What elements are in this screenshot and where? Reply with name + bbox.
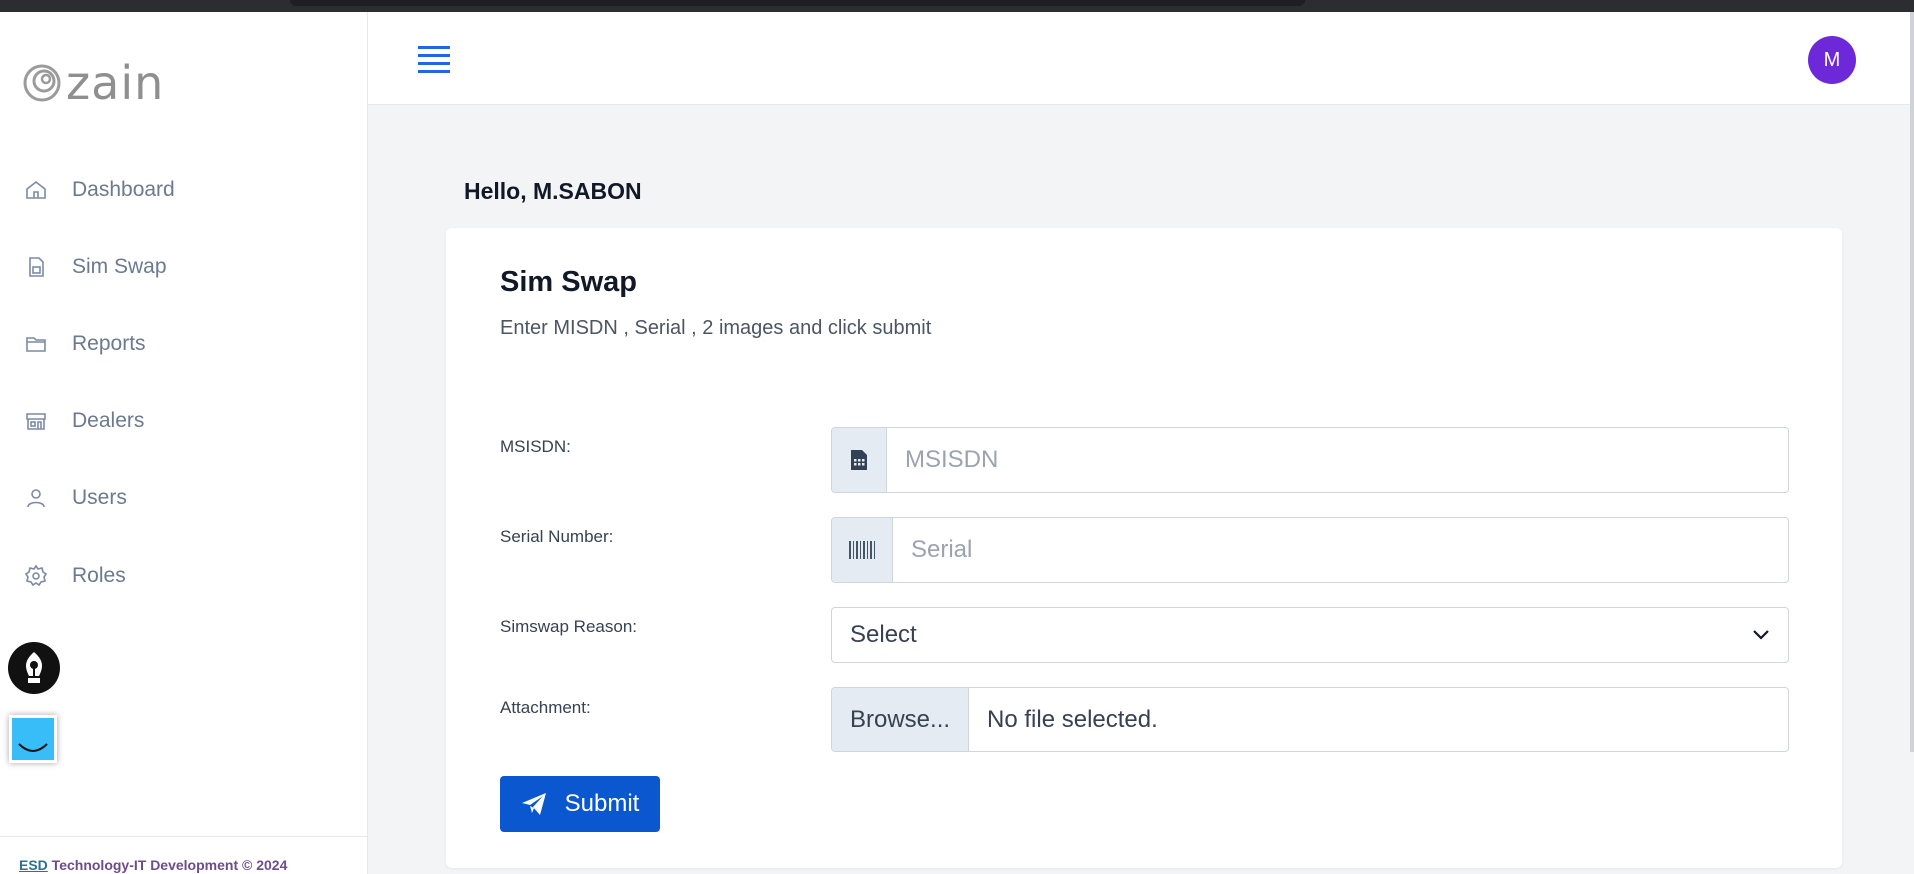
sidebar-item-dashboard[interactable]: Dashboard — [24, 170, 175, 210]
zain-logo[interactable]: zain — [22, 58, 164, 108]
pen-nib-icon — [26, 652, 42, 683]
menu-toggle-button[interactable] — [418, 46, 450, 74]
folder-icon — [26, 337, 46, 352]
menu-line — [418, 70, 450, 73]
serial-addon — [832, 518, 893, 582]
logo-text: zain — [66, 56, 165, 110]
sidebar-item-label: Users — [72, 486, 127, 509]
sim-swap-card: Sim Swap Enter MISDN , Serial , 2 images… — [446, 228, 1842, 868]
chevron-down-icon — [1753, 630, 1769, 640]
msisdn-label: MSISDN: — [500, 437, 571, 456]
menu-line — [418, 54, 450, 57]
sidebar-item-sim-swap[interactable]: Sim Swap — [24, 247, 167, 287]
sidebar-item-dealers[interactable]: Dealers — [24, 401, 144, 441]
sidebar-item-label: Dashboard — [72, 178, 175, 201]
attachment-field[interactable]: Browse... No file selected. — [831, 687, 1789, 752]
menu-line — [418, 46, 450, 49]
sidebar-item-label: Dealers — [72, 409, 145, 432]
submit-button[interactable]: Submit — [500, 776, 660, 832]
serial-input[interactable] — [893, 518, 1788, 582]
barcode-icon — [849, 541, 875, 559]
browse-button[interactable]: Browse... — [832, 688, 970, 751]
submit-label: Submit — [564, 790, 640, 817]
sidebar-item-label: Roles — [72, 564, 126, 587]
topbar: M — [368, 12, 1914, 105]
sidebar-item-label: Sim Swap — [72, 255, 167, 278]
reason-label: Simswap Reason: — [500, 617, 638, 636]
serial-label: Serial Number: — [500, 527, 614, 546]
file-status: No file selected. — [987, 705, 1158, 733]
user-icon — [27, 489, 45, 508]
attachment-label: Attachment: — [500, 698, 591, 717]
serial-field — [831, 517, 1789, 583]
sim-card-icon — [851, 450, 867, 470]
sidebar-item-roles[interactable]: Roles — [24, 556, 126, 596]
paper-plane-icon — [521, 793, 546, 815]
sidebar-item-users[interactable]: Users — [24, 478, 127, 518]
sidebar-footer: ESD Technology-IT Development © 2024 — [0, 836, 368, 874]
gear-icon — [24, 564, 48, 587]
msisdn-addon — [832, 428, 887, 492]
browser-tab-strip — [290, 0, 1305, 6]
home-icon — [26, 180, 46, 199]
sidebar-item-label: Reports — [72, 332, 146, 355]
msisdn-field — [831, 427, 1789, 493]
store-icon — [26, 413, 46, 430]
reason-select[interactable]: Select — [831, 607, 1789, 663]
footer-company-link[interactable]: ESD — [19, 857, 48, 873]
sidebar-item-reports[interactable]: Reports — [24, 324, 146, 364]
msisdn-input[interactable] — [887, 428, 1788, 492]
sidebar: zain Dashboard Sim Swap Reports Dealers … — [0, 12, 368, 874]
avatar[interactable]: M — [1808, 36, 1856, 84]
browser-top-bar — [0, 0, 1914, 12]
greeting: Hello, M.SABON — [464, 178, 642, 204]
smile-widget-button[interactable] — [9, 715, 57, 763]
page-title: Sim Swap — [500, 266, 637, 298]
pen-tool-button[interactable] — [8, 642, 60, 694]
menu-line — [418, 62, 450, 65]
footer-text: Technology-IT Development © 2024 — [47, 857, 288, 873]
smile-icon — [18, 743, 48, 752]
scrollbar[interactable] — [1910, 12, 1914, 752]
reason-selected-value: Select — [850, 621, 917, 648]
page-subtitle: Enter MISDN , Serial , 2 images and clic… — [500, 317, 932, 339]
zain-swirl-icon — [23, 64, 61, 102]
sim-card-icon — [29, 257, 44, 277]
